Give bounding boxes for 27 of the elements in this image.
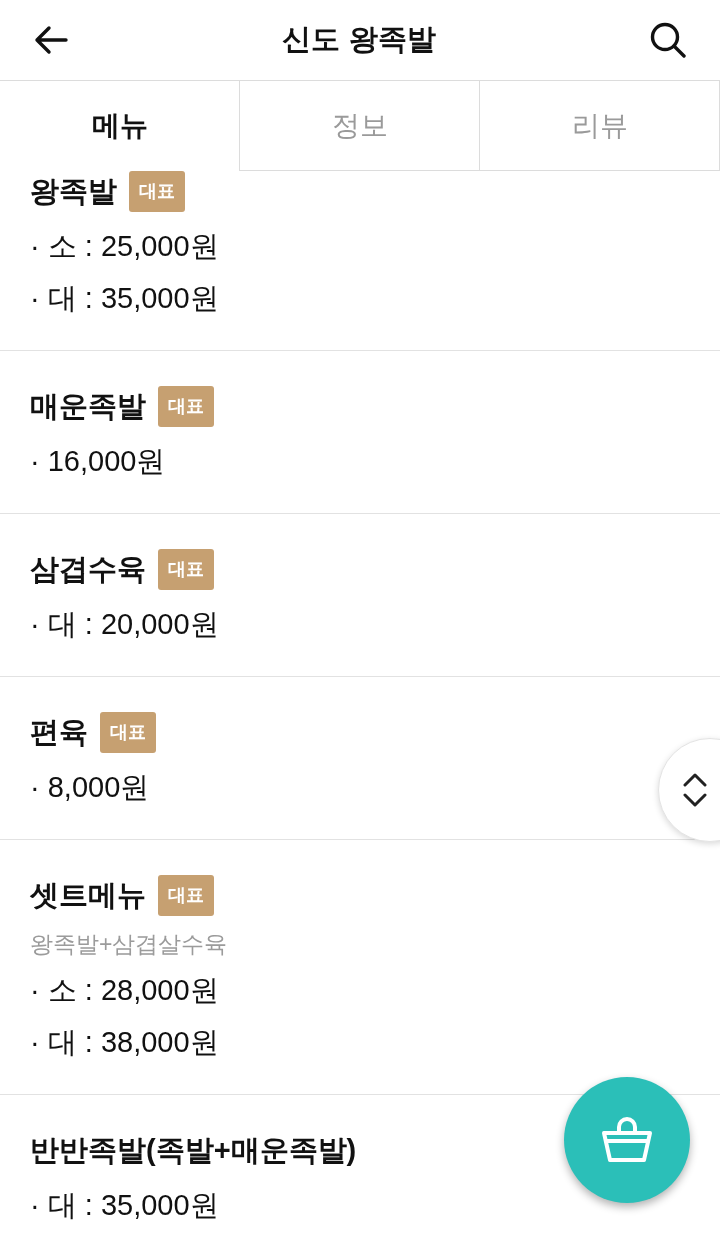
chevron-up-down-icon bbox=[683, 773, 707, 807]
menu-item-name: 삼겹수육 bbox=[30, 552, 146, 587]
back-arrow-icon[interactable] bbox=[34, 25, 68, 55]
menu-price: · 소 : 28,000원 bbox=[30, 973, 219, 1007]
menu-item-name: 왕족발 bbox=[30, 174, 117, 209]
menu-description: 왕족발+삼겹살수육 bbox=[30, 930, 228, 959]
tab[interactable]: 정보 bbox=[239, 81, 479, 171]
menu-item-name: 반반족발(족발+매운족발) bbox=[30, 1133, 357, 1168]
menu-price: · 소 : 25,000원 bbox=[30, 229, 219, 263]
menu-price: · 대 : 35,000원 bbox=[30, 281, 219, 315]
menu-price: · 대 : 20,000원 bbox=[30, 607, 219, 641]
signature-badge: 대표 bbox=[100, 711, 156, 753]
menu-price: · 대 : 35,000원 bbox=[30, 1188, 219, 1222]
search-icon[interactable] bbox=[650, 22, 686, 58]
page-title: 신도 왕족발 bbox=[282, 22, 436, 58]
signature-badge: 대표 bbox=[158, 385, 214, 427]
menu-item-name: 편육 bbox=[30, 715, 88, 750]
signature-badge: 대표 bbox=[129, 170, 185, 212]
menu-item-name: 셋트메뉴 bbox=[30, 878, 146, 913]
tab[interactable]: 리뷰 bbox=[479, 81, 720, 171]
menu-price: · 16,000원 bbox=[30, 444, 166, 478]
menu-item-name: 매운족발 bbox=[30, 389, 146, 424]
basket-icon bbox=[601, 1117, 653, 1163]
signature-badge: 대표 bbox=[158, 548, 214, 590]
menu-price: · 대 : 38,000원 bbox=[30, 1025, 219, 1059]
signature-badge: 대표 bbox=[158, 874, 214, 916]
menu-price: · 8,000원 bbox=[30, 770, 150, 804]
